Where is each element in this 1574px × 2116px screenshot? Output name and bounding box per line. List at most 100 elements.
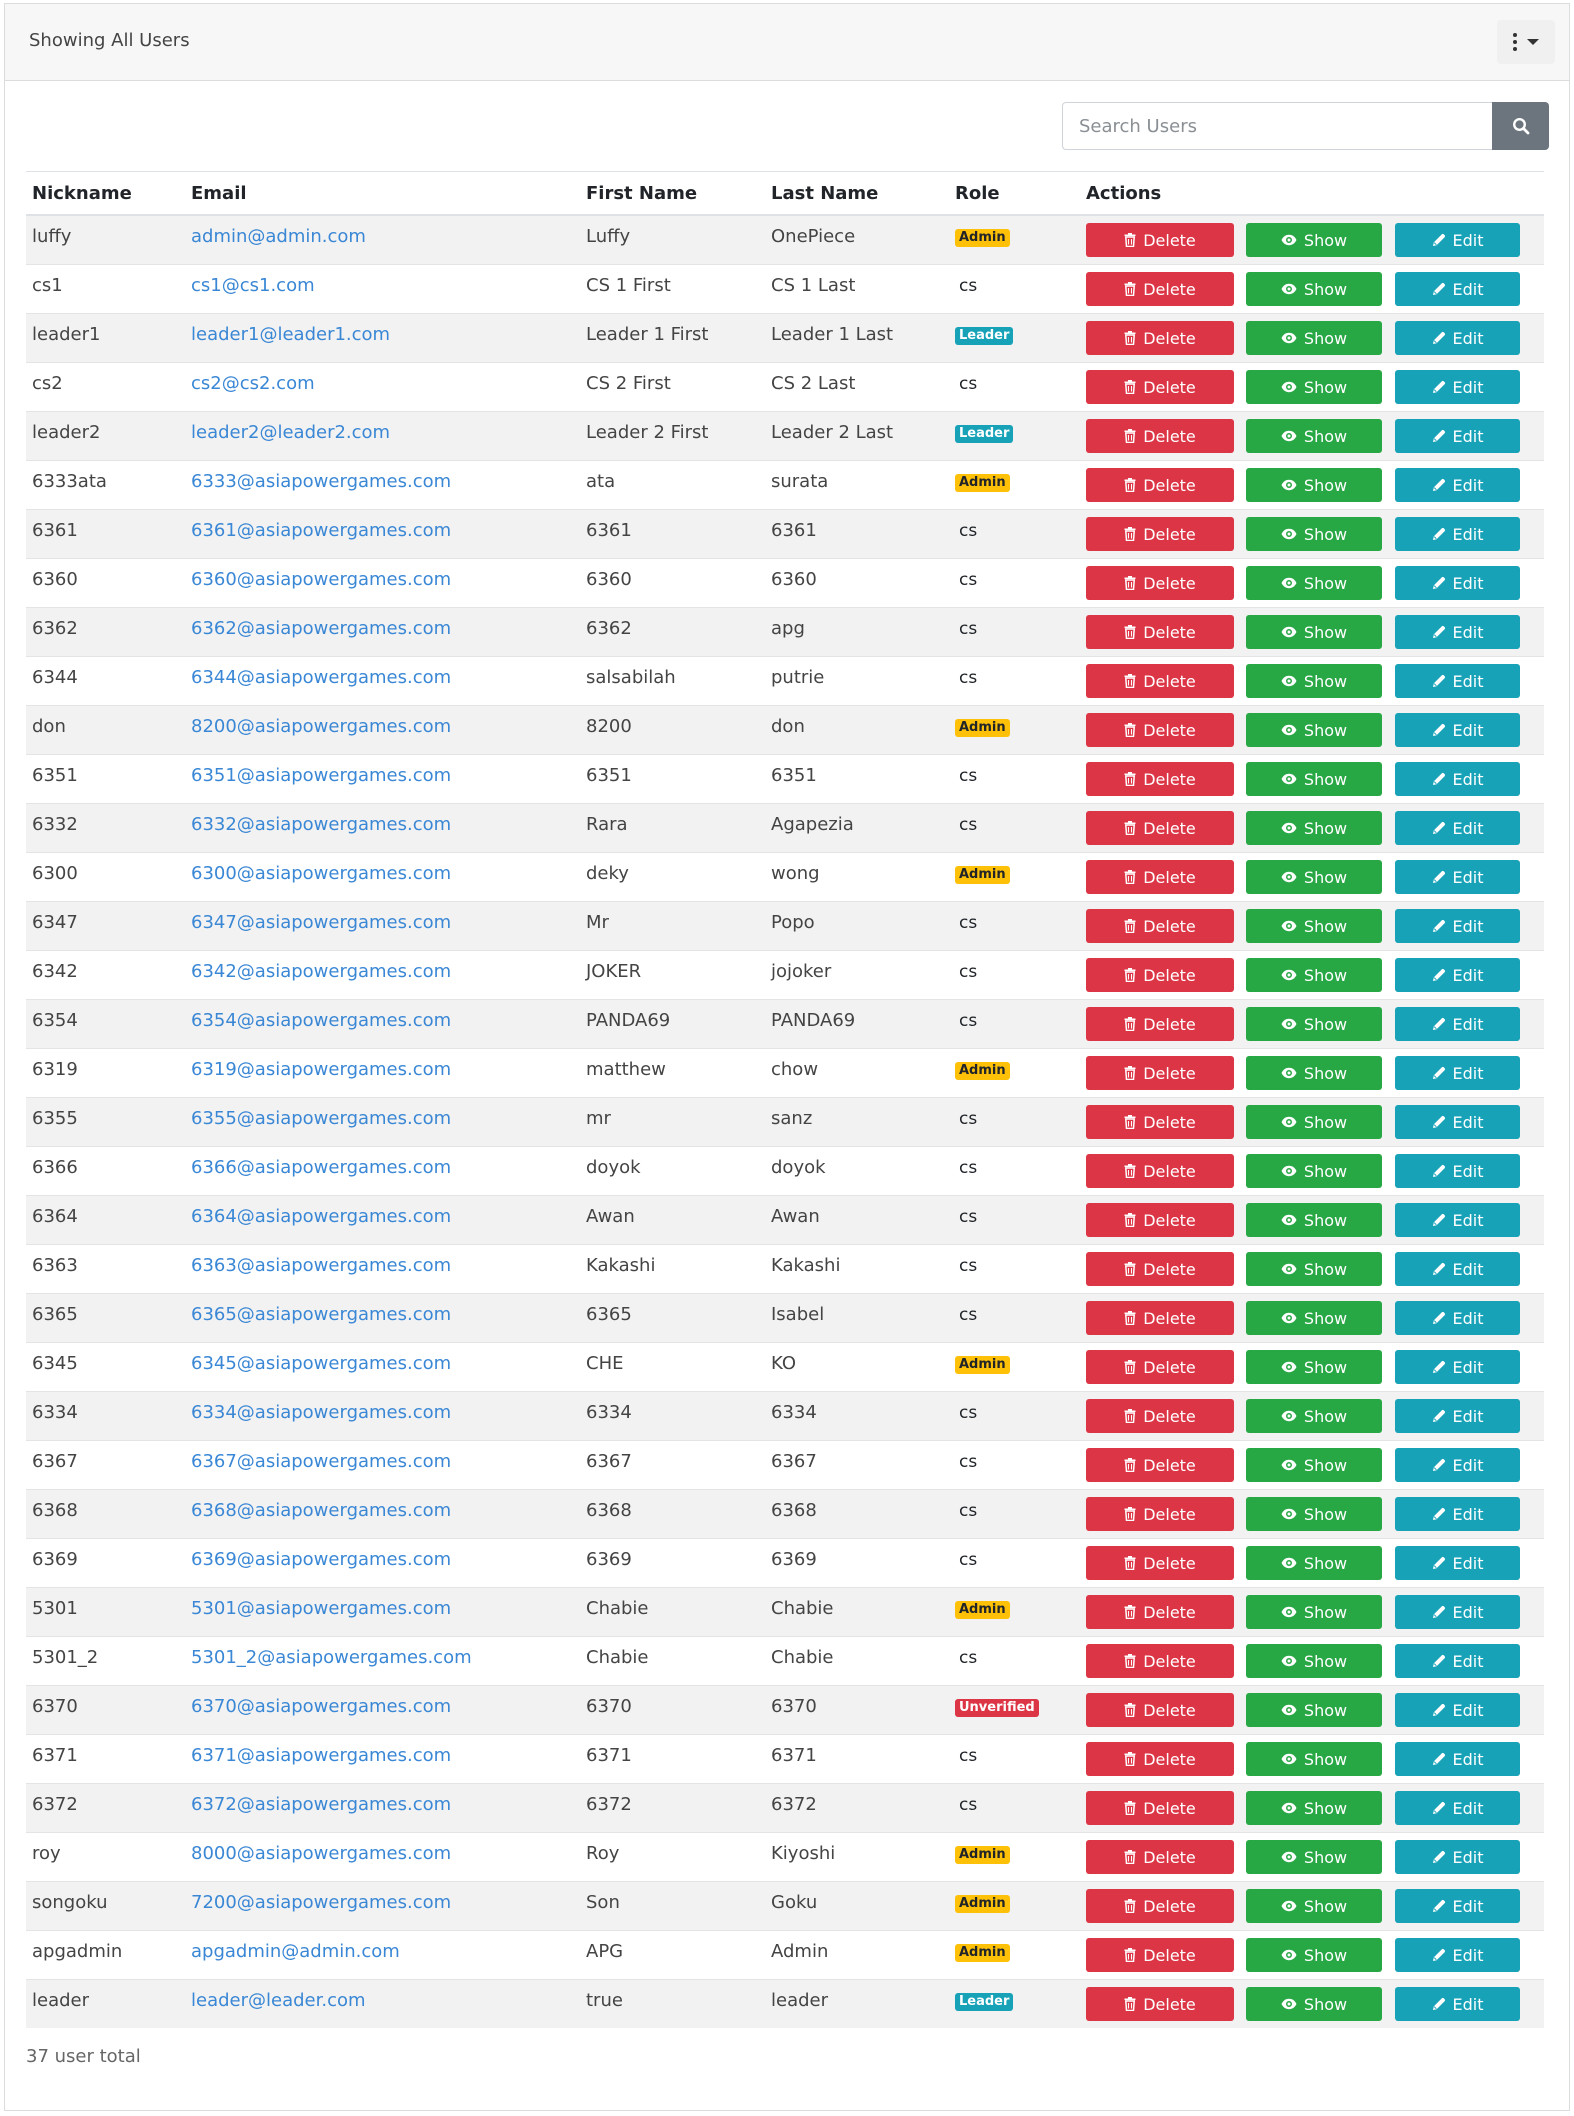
email-link[interactable]: 6363@asiapowergames.com (191, 1255, 451, 1276)
show-button[interactable]: Show (1246, 1938, 1382, 1972)
show-button[interactable]: Show (1246, 713, 1382, 747)
edit-button[interactable]: Edit (1395, 1987, 1520, 2021)
email-link[interactable]: 6365@asiapowergames.com (191, 1304, 451, 1325)
show-button[interactable]: Show (1246, 1693, 1382, 1727)
edit-button[interactable]: Edit (1395, 1448, 1520, 1482)
column-header-nickname[interactable]: Nickname (26, 171, 185, 216)
delete-button[interactable]: Delete (1086, 1154, 1234, 1188)
edit-button[interactable]: Edit (1395, 1203, 1520, 1237)
edit-button[interactable]: Edit (1395, 909, 1520, 943)
edit-button[interactable]: Edit (1395, 1350, 1520, 1384)
delete-button[interactable]: Delete (1086, 1105, 1234, 1139)
edit-button[interactable]: Edit (1395, 664, 1520, 698)
edit-button[interactable]: Edit (1395, 1791, 1520, 1825)
show-button[interactable]: Show (1246, 1105, 1382, 1139)
show-button[interactable]: Show (1246, 321, 1382, 355)
delete-button[interactable]: Delete (1086, 1056, 1234, 1090)
show-button[interactable]: Show (1246, 1889, 1382, 1923)
email-link[interactable]: 6370@asiapowergames.com (191, 1696, 451, 1717)
edit-button[interactable]: Edit (1395, 762, 1520, 796)
edit-button[interactable]: Edit (1395, 713, 1520, 747)
edit-button[interactable]: Edit (1395, 1595, 1520, 1629)
edit-button[interactable]: Edit (1395, 468, 1520, 502)
edit-button[interactable]: Edit (1395, 566, 1520, 600)
delete-button[interactable]: Delete (1086, 1007, 1234, 1041)
delete-button[interactable]: Delete (1086, 1889, 1234, 1923)
show-button[interactable]: Show (1246, 1007, 1382, 1041)
email-link[interactable]: 6342@asiapowergames.com (191, 961, 451, 982)
show-button[interactable]: Show (1246, 615, 1382, 649)
delete-button[interactable]: Delete (1086, 1742, 1234, 1776)
show-button[interactable]: Show (1246, 1546, 1382, 1580)
email-link[interactable]: 7200@asiapowergames.com (191, 1892, 451, 1913)
show-button[interactable]: Show (1246, 762, 1382, 796)
email-link[interactable]: 6355@asiapowergames.com (191, 1108, 451, 1129)
email-link[interactable]: 8200@asiapowergames.com (191, 716, 451, 737)
show-button[interactable]: Show (1246, 1791, 1382, 1825)
show-button[interactable]: Show (1246, 419, 1382, 453)
edit-button[interactable]: Edit (1395, 1399, 1520, 1433)
delete-button[interactable]: Delete (1086, 909, 1234, 943)
column-header-email[interactable]: Email (185, 171, 580, 216)
show-button[interactable]: Show (1246, 1742, 1382, 1776)
delete-button[interactable]: Delete (1086, 1252, 1234, 1286)
delete-button[interactable]: Delete (1086, 811, 1234, 845)
edit-button[interactable]: Edit (1395, 1742, 1520, 1776)
show-button[interactable]: Show (1246, 1840, 1382, 1874)
email-link[interactable]: 6364@asiapowergames.com (191, 1206, 451, 1227)
edit-button[interactable]: Edit (1395, 1938, 1520, 1972)
email-link[interactable]: cs1@cs1.com (191, 275, 315, 296)
edit-button[interactable]: Edit (1395, 1154, 1520, 1188)
show-button[interactable]: Show (1246, 1399, 1382, 1433)
edit-button[interactable]: Edit (1395, 321, 1520, 355)
show-button[interactable]: Show (1246, 1301, 1382, 1335)
email-link[interactable]: 6319@asiapowergames.com (191, 1059, 451, 1080)
edit-button[interactable]: Edit (1395, 517, 1520, 551)
show-button[interactable]: Show (1246, 664, 1382, 698)
delete-button[interactable]: Delete (1086, 1791, 1234, 1825)
delete-button[interactable]: Delete (1086, 223, 1234, 257)
email-link[interactable]: leader@leader.com (191, 1990, 366, 2011)
column-header-role[interactable]: Role (949, 171, 1080, 216)
header-options-dropdown[interactable] (1497, 20, 1555, 64)
edit-button[interactable]: Edit (1395, 1546, 1520, 1580)
show-button[interactable]: Show (1246, 1350, 1382, 1384)
edit-button[interactable]: Edit (1395, 1301, 1520, 1335)
delete-button[interactable]: Delete (1086, 1301, 1234, 1335)
search-button[interactable] (1492, 102, 1549, 150)
edit-button[interactable]: Edit (1395, 811, 1520, 845)
edit-button[interactable]: Edit (1395, 1056, 1520, 1090)
show-button[interactable]: Show (1246, 223, 1382, 257)
email-link[interactable]: 6369@asiapowergames.com (191, 1549, 451, 1570)
show-button[interactable]: Show (1246, 958, 1382, 992)
email-link[interactable]: 6362@asiapowergames.com (191, 618, 451, 639)
email-link[interactable]: 6345@asiapowergames.com (191, 1353, 451, 1374)
show-button[interactable]: Show (1246, 909, 1382, 943)
edit-button[interactable]: Edit (1395, 419, 1520, 453)
email-link[interactable]: cs2@cs2.com (191, 373, 315, 394)
email-link[interactable]: 6361@asiapowergames.com (191, 520, 451, 541)
delete-button[interactable]: Delete (1086, 762, 1234, 796)
search-input[interactable] (1062, 102, 1492, 150)
edit-button[interactable]: Edit (1395, 860, 1520, 894)
email-link[interactable]: 6300@asiapowergames.com (191, 863, 451, 884)
show-button[interactable]: Show (1246, 1497, 1382, 1531)
show-button[interactable]: Show (1246, 370, 1382, 404)
edit-button[interactable]: Edit (1395, 1105, 1520, 1139)
column-header-last-name[interactable]: Last Name (765, 171, 949, 216)
show-button[interactable]: Show (1246, 517, 1382, 551)
show-button[interactable]: Show (1246, 1987, 1382, 2021)
email-link[interactable]: 6347@asiapowergames.com (191, 912, 451, 933)
edit-button[interactable]: Edit (1395, 272, 1520, 306)
delete-button[interactable]: Delete (1086, 860, 1234, 894)
delete-button[interactable]: Delete (1086, 517, 1234, 551)
email-link[interactable]: 6354@asiapowergames.com (191, 1010, 451, 1031)
show-button[interactable]: Show (1246, 1644, 1382, 1678)
email-link[interactable]: 6367@asiapowergames.com (191, 1451, 451, 1472)
edit-button[interactable]: Edit (1395, 1497, 1520, 1531)
edit-button[interactable]: Edit (1395, 1840, 1520, 1874)
email-link[interactable]: 6351@asiapowergames.com (191, 765, 451, 786)
show-button[interactable]: Show (1246, 860, 1382, 894)
delete-button[interactable]: Delete (1086, 664, 1234, 698)
edit-button[interactable]: Edit (1395, 615, 1520, 649)
